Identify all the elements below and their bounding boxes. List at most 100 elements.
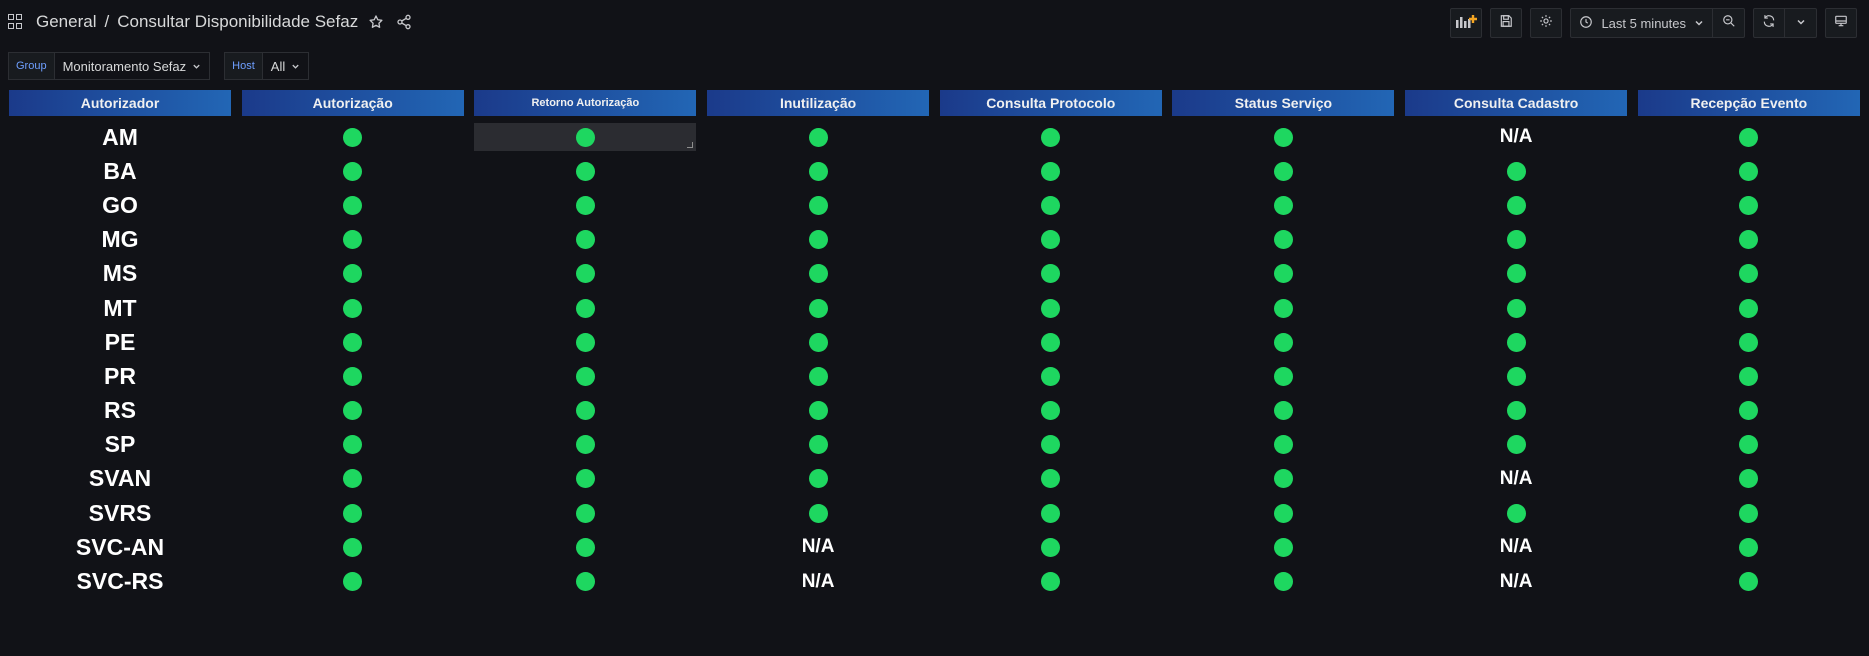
status-ok-dot [1273,401,1293,421]
group-select[interactable]: Monitoramento Sefaz [54,52,211,80]
column-header-autorizador[interactable]: Autorizador [9,90,231,116]
breadcrumb-folder[interactable]: General [36,12,96,32]
status-ok-dot [1041,572,1061,592]
status-cell [1172,188,1394,222]
time-range-picker[interactable]: Last 5 minutes [1570,8,1713,38]
status-ok-dot [575,537,595,557]
dashboard-title[interactable]: Consultar Disponibilidade Sefaz [117,12,358,32]
autorizador-name: PE [104,328,136,355]
status-ok-dot [1041,332,1061,352]
table-row: AM N/A [9,120,1856,154]
status-cell [1172,496,1394,530]
table-row: SVC-AN N/A N/A [9,530,1856,564]
status-cell [707,325,929,359]
status-cell [242,257,464,291]
add-panel-button[interactable] [1450,8,1483,38]
table-row: GO [9,188,1856,222]
column-header-retorno-autorizacao[interactable]: Retorno Autorização [474,90,697,116]
table-row: SVRS [9,496,1856,530]
monitor-icon [1834,14,1848,33]
status-ok-dot [343,366,363,386]
status-ok-dot [808,298,828,318]
status-ok-dot [1506,298,1526,318]
status-cell [1638,223,1860,257]
status-cell [242,120,464,154]
status-cell [940,120,1162,154]
status-cell [940,394,1162,428]
status-cell [1638,530,1860,564]
autorizador-name: MS [102,260,138,287]
status-cell [474,564,696,598]
refresh-interval-button[interactable] [1785,8,1817,38]
status-cell [1405,359,1627,393]
status-cell [940,154,1162,188]
status-ok-dot [1739,503,1759,523]
save-dashboard-button[interactable] [1490,8,1523,38]
status-cell: N/A [707,530,929,564]
column-header-inutilizacao[interactable]: Inutilização [707,90,930,116]
table-body: AM N/A BA GO MG MS MT PE PR RS SP SVAN N/A SVRS SVC-AN… [9,120,1856,599]
chevron-down-icon [1694,16,1704,31]
column-header-status-servico[interactable]: Status Serviço [1172,90,1395,116]
status-cell [940,530,1162,564]
status-ok-dot [343,572,363,592]
status-ok-dot [1739,230,1759,250]
dashboard-settings-button[interactable] [1530,8,1563,38]
column-header-consulta-cadastro[interactable]: Consulta Cadastro [1405,90,1628,116]
status-ok-dot [343,264,363,284]
status-ok-dot [1739,572,1759,592]
status-cell [940,462,1162,496]
status-cell [1405,188,1627,222]
status-cell [1638,291,1860,325]
status-ok-dot [1506,401,1526,421]
status-ok-dot [808,366,828,386]
status-ok-dot [1739,161,1759,181]
gear-icon [1539,14,1553,33]
status-ok-dot [1506,264,1526,284]
status-cell [1172,223,1394,257]
save-icon [1499,14,1513,33]
variable-label-group: Group [8,52,55,80]
status-cell [707,496,929,530]
share-icon[interactable] [394,12,414,32]
table-row: PE [9,325,1856,359]
status-cell [1172,154,1394,188]
chevron-down-icon [1796,14,1806,32]
dashboards-grid-icon[interactable] [8,14,24,30]
column-header-consulta-protocolo[interactable]: Consulta Protocolo [939,90,1162,116]
time-range-label: Last 5 minutes [1601,15,1686,31]
status-cell [1405,428,1627,462]
status-na-text: N/A [1499,467,1533,489]
status-ok-dot [1041,230,1061,250]
status-ok-dot [1273,230,1293,250]
star-icon[interactable] [366,12,386,32]
column-header-autorizacao[interactable]: Autorização [241,90,464,116]
status-ok-dot [1739,127,1759,147]
status-cell [1172,359,1394,393]
status-ok-dot [1739,366,1759,386]
status-ok-dot [343,332,363,352]
status-cell [1172,291,1394,325]
status-cell [707,223,929,257]
status-ok-dot [575,366,595,386]
status-ok-dot [1273,503,1293,523]
status-ok-dot [1739,537,1759,557]
refresh-button[interactable] [1753,8,1785,38]
status-cell [474,394,696,428]
view-mode-button[interactable] [1825,8,1857,38]
group-select-value: Monitoramento Sefaz [62,58,187,74]
status-cell: N/A [1405,462,1627,496]
host-select[interactable]: All [262,52,310,80]
zoom-out-button[interactable] [1713,8,1745,38]
autorizador-name: MT [103,294,137,321]
autorizador-name: AM [102,123,138,150]
status-ok-dot [343,298,363,318]
status-ok-dot [1273,435,1293,455]
status-ok-dot [1041,469,1061,489]
column-header-recepcao-evento[interactable]: Recepção Evento [1637,90,1860,116]
status-ok-dot [808,161,828,181]
host-select-value: All [270,58,286,74]
status-ok-dot [1506,366,1526,386]
status-ok-dot [1273,572,1293,592]
status-ok-dot [575,298,595,318]
